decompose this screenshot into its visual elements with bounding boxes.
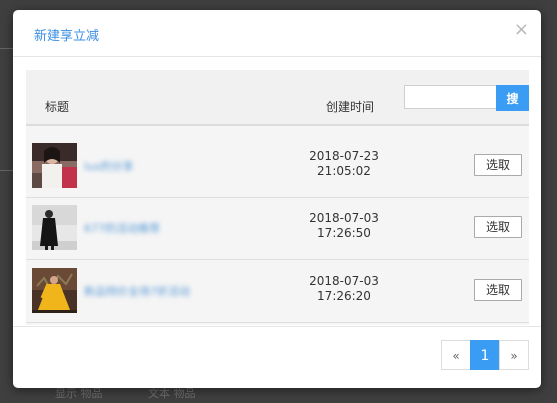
- row-title-link[interactable]: 新品特价全场7折活动: [84, 283, 190, 299]
- search-button[interactable]: 搜: [496, 85, 529, 111]
- modal-dialog: 新建享立减 × 标题 创建时间 搜 lux的分享 2018-07-23 21:0…: [13, 10, 541, 388]
- table-header: 标题 创建时间 搜: [26, 70, 529, 126]
- pagination-prev-button[interactable]: «: [441, 340, 471, 370]
- table-row: lux的分享 2018-07-23 21:05:02 选取: [26, 135, 529, 198]
- thumbnail-image: [32, 205, 77, 250]
- modal-footer-divider: [13, 326, 541, 327]
- row-date: 2018-07-03: [309, 274, 379, 288]
- column-header-title: 标题: [45, 100, 70, 114]
- search-input[interactable]: [404, 85, 498, 109]
- row-time: 21:05:02: [317, 164, 371, 178]
- row-time: 17:26:20: [317, 289, 371, 303]
- row-created-time: 2018-07-03 17:26:20: [286, 274, 402, 304]
- close-icon[interactable]: ×: [514, 20, 529, 40]
- modal-title: 新建享立减: [34, 29, 100, 44]
- background-divider: [0, 48, 14, 49]
- row-time: 17:26:50: [317, 226, 371, 240]
- row-title-link[interactable]: lux的分享: [84, 158, 134, 174]
- table-row: 677的活动推荐 2018-07-03 17:26:50 选取: [26, 197, 529, 260]
- row-created-time: 2018-07-23 21:05:02: [286, 149, 402, 179]
- row-date: 2018-07-23: [309, 149, 379, 163]
- select-button[interactable]: 选取: [474, 154, 522, 176]
- pagination-page-current[interactable]: 1: [470, 340, 500, 370]
- pagination-next-button[interactable]: »: [499, 340, 529, 370]
- selection-panel: 标题 创建时间 搜 lux的分享 2018-07-23 21:05:02 选取 …: [26, 70, 529, 325]
- row-title-link[interactable]: 677的活动推荐: [84, 220, 160, 236]
- select-button[interactable]: 选取: [474, 279, 522, 301]
- table-row: 新品特价全场7折活动 2018-07-03 17:26:20 选取: [26, 260, 529, 323]
- row-created-time: 2018-07-03 17:26:50: [286, 211, 402, 241]
- thumbnail-image: [32, 268, 77, 313]
- row-date: 2018-07-03: [309, 211, 379, 225]
- modal-header: 新建享立减 ×: [13, 10, 541, 57]
- select-button[interactable]: 选取: [474, 216, 522, 238]
- background-divider: [0, 170, 14, 171]
- column-header-created-time: 创建时间: [326, 100, 375, 114]
- thumbnail-image: [32, 143, 77, 188]
